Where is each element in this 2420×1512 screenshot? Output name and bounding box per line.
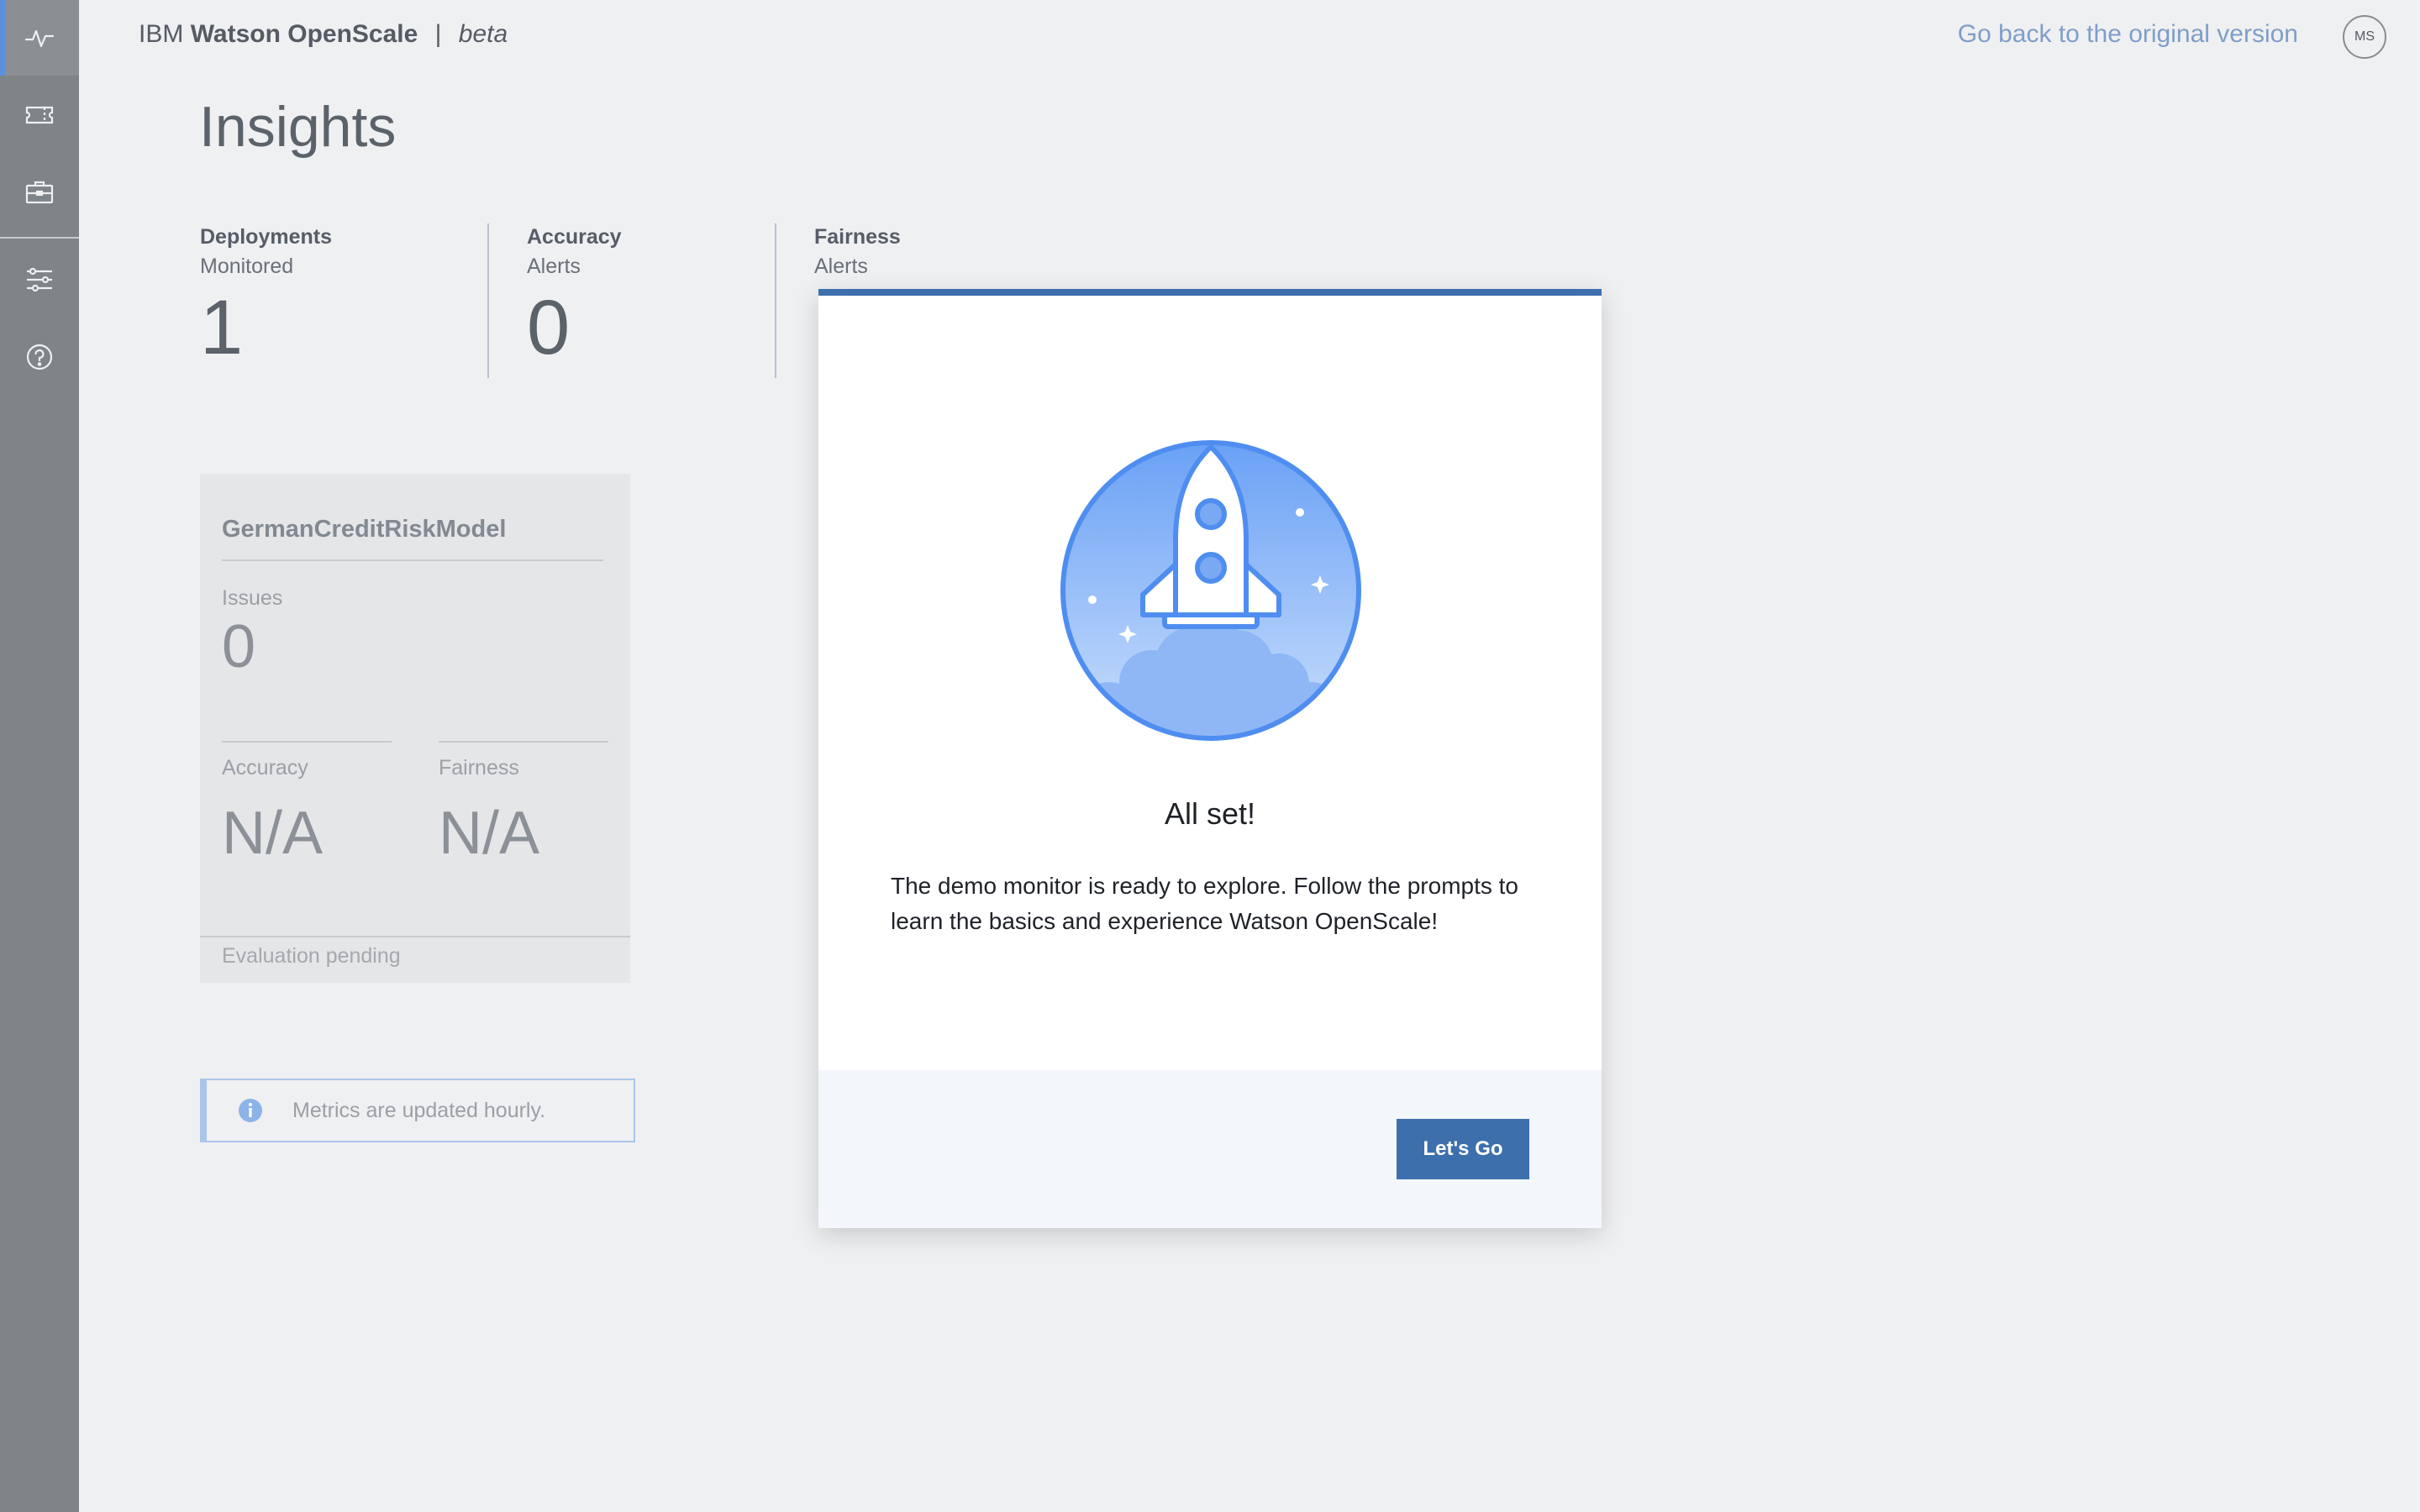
sidebar-item-settings[interactable]	[0, 242, 79, 318]
app-brand: IBM Watson OpenScale | beta	[139, 20, 508, 49]
tile-divider	[222, 559, 603, 561]
stat-accuracy-alerts: Accuracy Alerts 0	[527, 225, 622, 366]
modal-heading: All set!	[1164, 796, 1256, 831]
lets-go-button[interactable]: Let's Go	[1397, 1119, 1529, 1179]
brand-name: Watson OpenScale	[190, 20, 418, 48]
evaluation-status: Evaluation pending	[222, 944, 401, 968]
go-back-link[interactable]: Go back to the original version	[1958, 20, 2298, 49]
model-name: GermanCreditRiskModel	[222, 516, 507, 543]
beta-tag: beta	[458, 20, 508, 48]
tile-footer-divider	[200, 936, 630, 937]
fairness-value: N/A	[439, 800, 540, 867]
welcome-modal: All set! The demo monitor is ready to ex…	[818, 289, 1602, 1228]
stat-sublabel: Alerts	[814, 255, 868, 278]
help-icon	[26, 344, 53, 370]
avatar[interactable]: MS	[2343, 15, 2386, 59]
stat-deployments: Deployments Monitored 1	[200, 225, 332, 366]
stat-label: Fairness	[814, 225, 901, 249]
stat-divider	[775, 223, 776, 378]
page-title: Insights	[199, 95, 397, 159]
fairness-label: Fairness	[439, 756, 519, 780]
stat-fairness-alerts: Fairness Alerts	[814, 225, 901, 289]
sidebar-item-briefcase[interactable]	[0, 155, 79, 230]
sidebar-item-ticket[interactable]	[0, 77, 79, 153]
tile-divider	[439, 741, 608, 743]
issues-value: 0	[222, 613, 256, 680]
brand-separator: |	[434, 20, 442, 48]
briefcase-icon	[25, 181, 54, 204]
stat-value: 0	[527, 285, 571, 370]
tile-divider	[222, 741, 392, 743]
accuracy-value: N/A	[222, 800, 324, 867]
modal-footer: Let's Go	[818, 1070, 1602, 1228]
stat-sublabel: Alerts	[527, 255, 581, 278]
activity-icon	[24, 29, 55, 48]
modal-body-text: The demo monitor is ready to explore. Fo…	[891, 873, 1519, 934]
info-icon	[239, 1099, 262, 1122]
sliders-icon	[27, 267, 52, 292]
stat-divider	[487, 223, 489, 378]
notification-text: Metrics are updated hourly.	[292, 1098, 546, 1122]
sidebar-item-help[interactable]	[0, 319, 79, 395]
stat-sublabel: Monitored	[200, 255, 294, 278]
accuracy-label: Accuracy	[222, 756, 308, 780]
model-tile[interactable]: GermanCreditRiskModel Issues 0 Accuracy …	[200, 474, 630, 983]
stat-label: Deployments	[200, 225, 332, 249]
issues-label: Issues	[222, 586, 283, 610]
sidebar-item-insights[interactable]	[0, 0, 79, 76]
sidebar-divider	[0, 237, 79, 239]
info-notification: Metrics are updated hourly.	[200, 1079, 635, 1142]
brand-prefix: IBM	[139, 20, 184, 48]
rocket-launch-illustration	[1060, 440, 1361, 741]
sidebar	[0, 0, 79, 1512]
stat-label: Accuracy	[527, 225, 622, 249]
ticket-icon	[25, 106, 54, 124]
stat-value: 1	[200, 285, 244, 370]
